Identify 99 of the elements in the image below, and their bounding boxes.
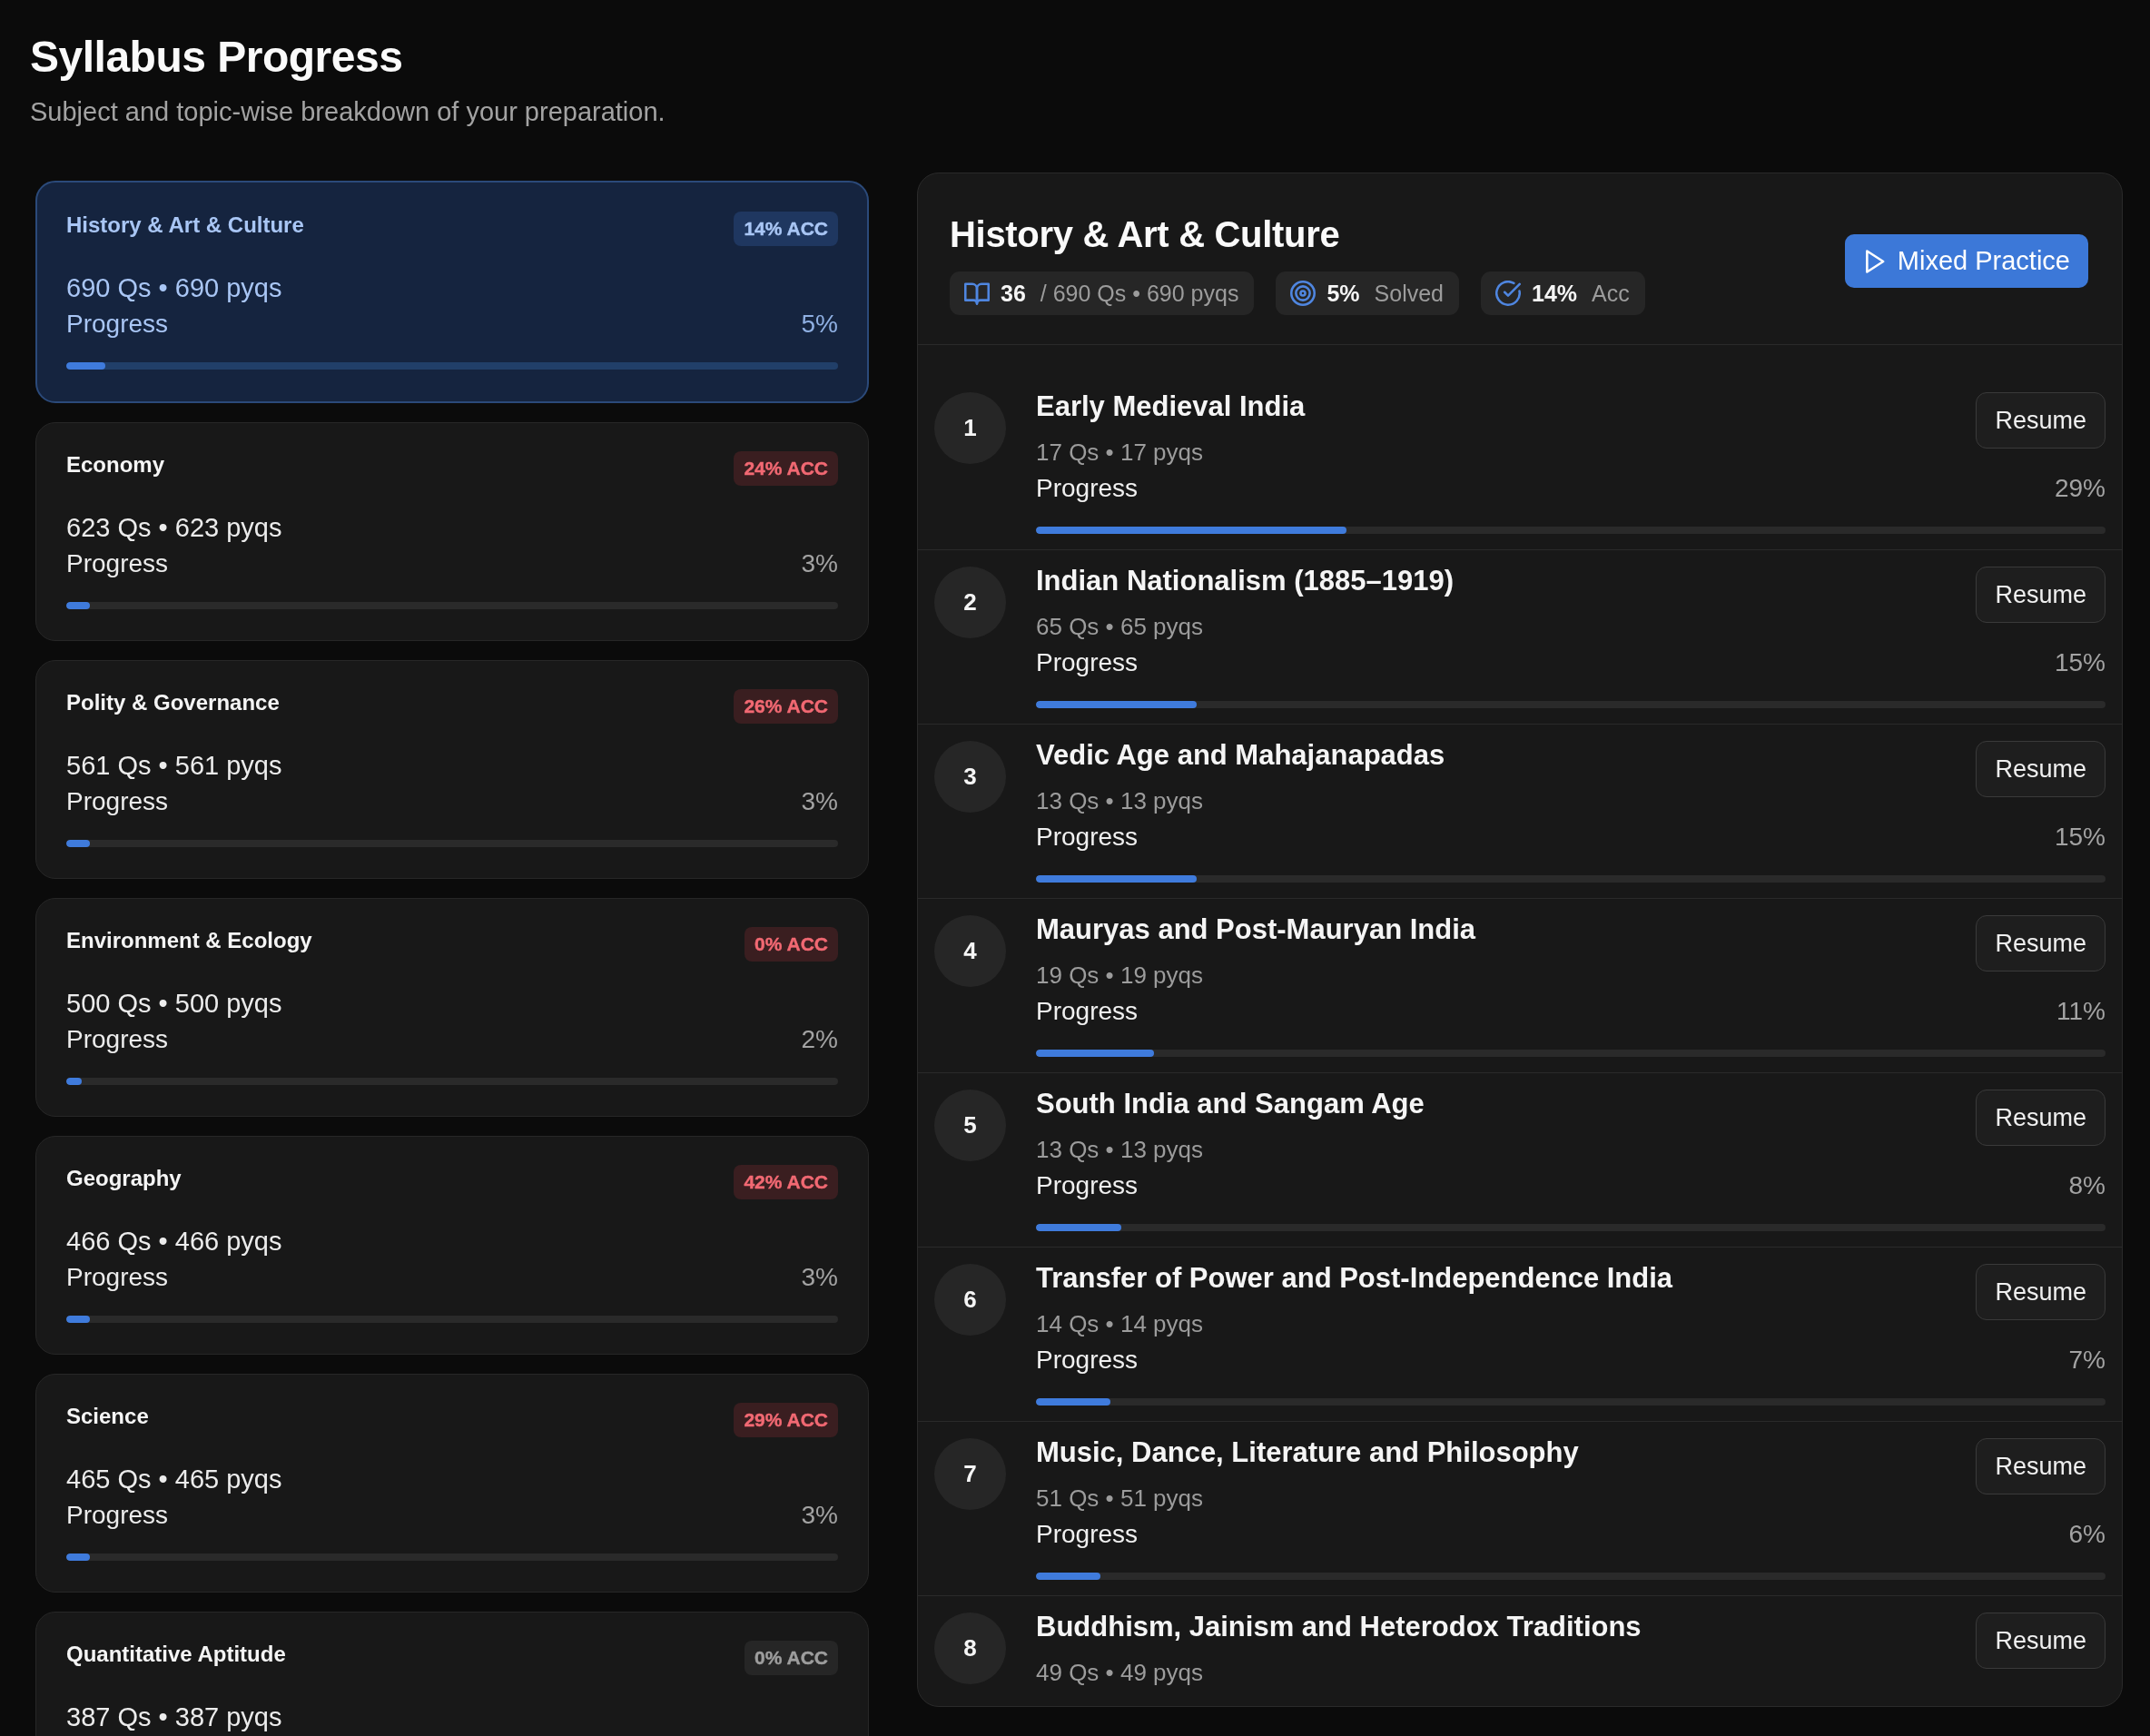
- progress-value: 3%: [801, 1262, 838, 1293]
- progress-label: Progress: [66, 786, 169, 817]
- topic-number: 4: [934, 915, 1006, 987]
- accuracy-badge: 29% ACC: [734, 1403, 838, 1437]
- question-count: 65 Qs • 65 pyqs: [1036, 612, 1203, 642]
- progress-label: Progress: [66, 309, 169, 340]
- stat-label: Solved: [1374, 280, 1444, 308]
- question-count: 561 Qs • 561 pyqs: [66, 750, 282, 782]
- subject-title: Geography: [66, 1165, 182, 1192]
- topic-number: 5: [934, 1090, 1006, 1161]
- topic-title: Transfer of Power and Post-Independence India: [1036, 1261, 1673, 1296]
- progress-value: 15%: [2054, 647, 2106, 678]
- progress-value: 3%: [801, 548, 838, 579]
- page-subtitle: Subject and topic-wise breakdown of your preparation.: [30, 96, 666, 128]
- accuracy-badge: 24% ACC: [734, 451, 838, 486]
- question-count: 17 Qs • 17 pyqs: [1036, 438, 1203, 468]
- topic-number: 7: [934, 1438, 1006, 1510]
- topic-number: 3: [934, 741, 1006, 813]
- resume-button[interactable]: Resume: [1976, 741, 2106, 797]
- subject-card[interactable]: Environment & Ecology 0% ACC 500 Qs • 500 pyqs Progress 2%: [35, 898, 869, 1117]
- stat-label: Acc: [1592, 280, 1630, 308]
- resume-button[interactable]: Resume: [1976, 1090, 2106, 1146]
- stat-value: 36: [1001, 280, 1026, 308]
- detail-title: History & Art & Culture: [950, 213, 1340, 256]
- accuracy-badge: 14% ACC: [734, 212, 838, 246]
- subject-title: Environment & Ecology: [66, 927, 312, 954]
- resume-button[interactable]: Resume: [1976, 1438, 2106, 1494]
- progress-label: Progress: [1036, 647, 1139, 678]
- progress-label: Progress: [1036, 473, 1139, 504]
- question-count: 19 Qs • 19 pyqs: [1036, 961, 1203, 991]
- resume-button[interactable]: Resume: [1976, 567, 2106, 623]
- progress-value: 29%: [2054, 473, 2106, 504]
- subject-card[interactable]: Polity & Governance 26% ACC 561 Qs • 561 pyqs Progress 3%: [35, 660, 869, 879]
- question-count: 13 Qs • 13 pyqs: [1036, 786, 1203, 816]
- resume-button[interactable]: Resume: [1976, 1613, 2106, 1669]
- topic-title: Indian Nationalism (1885–1919): [1036, 564, 1455, 598]
- progress-label: Progress: [1036, 822, 1139, 853]
- progress-label: Progress: [66, 1024, 169, 1055]
- stat-value: 5%: [1326, 280, 1360, 308]
- progress-label: Progress: [1036, 996, 1139, 1027]
- subject-card[interactable]: Science 29% ACC 465 Qs • 465 pyqs Progress 3%: [35, 1374, 869, 1593]
- stat-value: 14%: [1532, 280, 1578, 308]
- check-circle-icon: [1495, 281, 1521, 306]
- topic-title: Music, Dance, Literature and Philosophy: [1036, 1435, 1579, 1470]
- question-count: 465 Qs • 465 pyqs: [66, 1464, 282, 1495]
- progress-value: 5%: [801, 309, 838, 340]
- question-count: 13 Qs • 13 pyqs: [1036, 1135, 1203, 1165]
- accuracy-badge: 26% ACC: [734, 689, 838, 724]
- topic-title: Mauryas and Post-Mauryan India: [1036, 912, 1476, 947]
- progress-value: 11%: [2056, 996, 2106, 1027]
- progress-value: 3%: [801, 786, 838, 817]
- progress-label: Progress: [66, 548, 169, 579]
- progress-value: 3%: [801, 1500, 838, 1531]
- topic-title: South India and Sangam Age: [1036, 1087, 1425, 1121]
- question-count: 466 Qs • 466 pyqs: [66, 1226, 282, 1258]
- question-count: 49 Qs • 49 pyqs: [1036, 1658, 1203, 1688]
- accuracy-badge: 42% ACC: [734, 1165, 838, 1199]
- subject-card[interactable]: Quantitative Aptitude 0% ACC 387 Qs • 387 pyqs: [35, 1612, 869, 1736]
- progress-label: Progress: [66, 1500, 169, 1531]
- subject-title: History & Art & Culture: [66, 212, 304, 239]
- accuracy-badge: 0% ACC: [745, 1641, 838, 1675]
- progress-value: 6%: [2068, 1519, 2106, 1550]
- subject-title: Economy: [66, 451, 165, 478]
- target-icon: [1290, 281, 1317, 306]
- resume-button[interactable]: Resume: [1976, 1264, 2106, 1320]
- page-title: Syllabus Progress: [30, 32, 403, 83]
- topic-title: Buddhism, Jainism and Heterodox Traditions: [1036, 1610, 1642, 1644]
- book-icon: [964, 281, 990, 306]
- question-count: 14 Qs • 14 pyqs: [1036, 1309, 1203, 1339]
- subject-card[interactable]: Economy 24% ACC 623 Qs • 623 pyqs Progress 3%: [35, 422, 869, 641]
- resume-button[interactable]: Resume: [1976, 915, 2106, 972]
- topic-number: 1: [934, 392, 1006, 464]
- topic-number: 8: [934, 1613, 1006, 1684]
- topic-title: Early Medieval India: [1036, 390, 1306, 424]
- topic-number: 6: [934, 1264, 1006, 1336]
- progress-label: Progress: [1036, 1519, 1139, 1550]
- subject-title: Polity & Governance: [66, 689, 280, 716]
- progress-label: Progress: [66, 1262, 169, 1293]
- progress-label: Progress: [1036, 1170, 1139, 1201]
- question-count: 387 Qs • 387 pyqs: [66, 1701, 282, 1733]
- progress-value: 8%: [2068, 1170, 2106, 1201]
- mixed-practice-button[interactable]: Mixed Practice: [1844, 234, 2088, 288]
- progress-label: Progress: [1036, 1345, 1139, 1376]
- progress-value: 7%: [2068, 1345, 2106, 1376]
- progress-value: 15%: [2054, 822, 2106, 853]
- subject-title: Science: [66, 1403, 149, 1430]
- progress-value: 2%: [801, 1024, 838, 1055]
- question-count: 623 Qs • 623 pyqs: [66, 512, 282, 544]
- topic-number: 2: [934, 567, 1006, 638]
- question-count: 690 Qs • 690 pyqs: [66, 272, 282, 304]
- question-count: 51 Qs • 51 pyqs: [1036, 1484, 1203, 1514]
- topic-title: Vedic Age and Mahajanapadas: [1036, 738, 1445, 773]
- question-count: 500 Qs • 500 pyqs: [66, 988, 282, 1020]
- subject-card[interactable]: Geography 42% ACC 466 Qs • 466 pyqs Progress 3%: [35, 1136, 869, 1355]
- subject-title: Quantitative Aptitude: [66, 1641, 286, 1668]
- subject-card[interactable]: History & Art & Culture 14% ACC 690 Qs • 690 pyqs Progress 5%: [35, 181, 869, 403]
- stat-label: / 690 Qs • 690 pyqs: [1040, 280, 1239, 308]
- resume-button[interactable]: Resume: [1976, 392, 2106, 449]
- accuracy-badge: 0% ACC: [745, 927, 838, 962]
